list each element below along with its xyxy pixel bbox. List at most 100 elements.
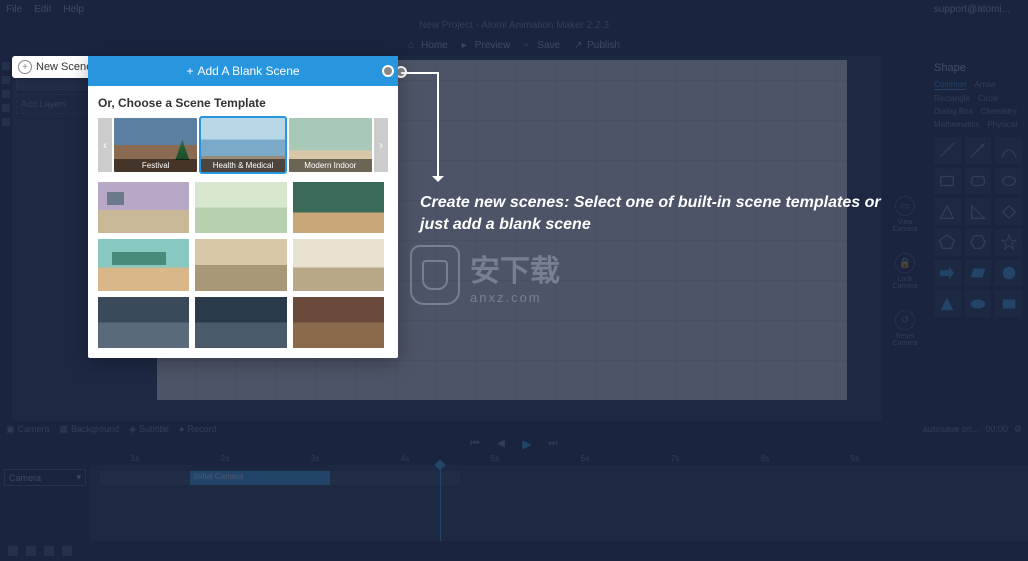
support-link[interactable]: support@atomi... bbox=[934, 4, 1010, 15]
tab-subtitle[interactable]: ◈Subtitle bbox=[129, 424, 169, 435]
template-item[interactable] bbox=[195, 239, 286, 290]
toolbar-preview[interactable]: ▸Preview bbox=[462, 40, 511, 51]
shape-ellipse[interactable] bbox=[995, 168, 1022, 195]
timeline-playhead[interactable] bbox=[440, 465, 441, 541]
tool-2[interactable] bbox=[2, 76, 10, 84]
timeline-track[interactable]: Initial Camera bbox=[100, 471, 460, 485]
menu-file[interactable]: File bbox=[6, 4, 22, 15]
shape-line[interactable] bbox=[934, 137, 961, 164]
carousel-item-festival[interactable]: Festival bbox=[114, 118, 197, 172]
main-toolbar: ⌂Home ▸Preview ▫Save ↗Publish bbox=[0, 34, 1028, 56]
status-icon-1[interactable] bbox=[8, 546, 18, 556]
shape-diamond[interactable] bbox=[995, 198, 1022, 225]
time-mark: 5s bbox=[450, 454, 540, 463]
shape-panel: Shape Common Arrow Rectangle Circle Dial… bbox=[928, 56, 1028, 421]
template-item[interactable] bbox=[195, 182, 286, 233]
shape-tab-dialog[interactable]: Dialog Box bbox=[934, 107, 973, 116]
skip-start-button[interactable]: ⏮ bbox=[470, 439, 480, 449]
callout-line bbox=[401, 72, 439, 74]
shape-curve[interactable] bbox=[995, 137, 1022, 164]
shape-tab-chemistry[interactable]: Chemistry bbox=[981, 107, 1017, 116]
template-item[interactable] bbox=[98, 297, 189, 348]
shape-star[interactable] bbox=[995, 229, 1022, 256]
record-icon: ● bbox=[179, 424, 184, 434]
reset-camera-button[interactable]: ↺Reset Camera bbox=[887, 310, 923, 347]
next-button[interactable]: ⏭ bbox=[548, 439, 558, 449]
timeline-track-area[interactable]: Initial Camera bbox=[90, 465, 1028, 541]
menu-edit[interactable]: Edit bbox=[34, 4, 51, 15]
autosave-status: autosave on... bbox=[923, 424, 980, 434]
time-mark: 2s bbox=[180, 454, 270, 463]
template-item[interactable] bbox=[293, 239, 384, 290]
home-icon: ⌂ bbox=[408, 40, 418, 50]
prev-button[interactable]: ◀ bbox=[496, 439, 506, 449]
shape-rect-fill[interactable] bbox=[995, 290, 1022, 317]
shape-arrow[interactable] bbox=[965, 137, 992, 164]
time-mark: 8s bbox=[720, 454, 810, 463]
shape-right-triangle[interactable] bbox=[965, 198, 992, 225]
shape-tab-math[interactable]: Mathematics bbox=[934, 120, 979, 129]
carousel-prev-button[interactable]: ‹ bbox=[98, 118, 112, 172]
background-icon: ▦ bbox=[60, 424, 69, 435]
time-mark: 7s bbox=[630, 454, 720, 463]
lock-camera-button[interactable]: 🔒Lock Camera bbox=[887, 253, 923, 290]
shape-tab-rectangle[interactable]: Rectangle bbox=[934, 94, 970, 103]
template-item[interactable] bbox=[98, 239, 189, 290]
status-icon-4[interactable] bbox=[62, 546, 72, 556]
track-dropdown[interactable]: Camera▾ bbox=[4, 469, 86, 486]
tool-4[interactable] bbox=[2, 104, 10, 112]
left-toolrail bbox=[0, 56, 12, 421]
play-button[interactable]: ▶ bbox=[522, 439, 532, 449]
shape-ellipse-fill[interactable] bbox=[965, 290, 992, 317]
carousel-item-health[interactable]: Health & Medical bbox=[201, 118, 284, 172]
template-item[interactable] bbox=[293, 297, 384, 348]
settings-icon[interactable]: ⚙ bbox=[1014, 424, 1022, 435]
shape-arrow-right-fill[interactable] bbox=[934, 260, 961, 287]
tool-1[interactable] bbox=[2, 62, 10, 70]
toolbar-save[interactable]: ▫Save bbox=[524, 40, 560, 51]
template-item[interactable] bbox=[293, 182, 384, 233]
shape-rounded-rect[interactable] bbox=[965, 168, 992, 195]
shape-hexagon[interactable] bbox=[965, 229, 992, 256]
shape-rect[interactable] bbox=[934, 168, 961, 195]
toolbar-home[interactable]: ⌂Home bbox=[408, 40, 448, 51]
time-mark: 3s bbox=[270, 454, 360, 463]
tab-background[interactable]: ▦Background bbox=[60, 424, 120, 435]
shape-tab-physical[interactable]: Physical bbox=[987, 120, 1017, 129]
play-icon: ▸ bbox=[462, 40, 472, 50]
menu-help[interactable]: Help bbox=[63, 4, 84, 15]
carousel-next-button[interactable]: › bbox=[374, 118, 388, 172]
shape-tab-arrow[interactable]: Arrow bbox=[974, 80, 995, 90]
carousel-item-indoor[interactable]: Modern Indoor bbox=[289, 118, 372, 172]
timeline: 1s 2s 3s 4s 5s 6s 7s 8s 9s Camera▾ Initi… bbox=[0, 451, 1028, 541]
plus-circle-icon: + bbox=[18, 60, 32, 74]
timeline-ruler: 1s 2s 3s 4s 5s 6s 7s 8s 9s bbox=[0, 451, 1028, 465]
new-scene-popup: + Add A Blank Scene Or, Choose a Scene T… bbox=[88, 56, 398, 358]
time-mark: 9s bbox=[810, 454, 900, 463]
add-blank-scene-button[interactable]: + Add A Blank Scene bbox=[88, 56, 398, 86]
status-icon-3[interactable] bbox=[44, 546, 54, 556]
shape-tab-common[interactable]: Common bbox=[934, 80, 966, 90]
status-icon-2[interactable] bbox=[26, 546, 36, 556]
timeline-segment[interactable]: Initial Camera bbox=[190, 471, 330, 485]
tab-record[interactable]: ●Record bbox=[179, 424, 216, 434]
time-mark: 1s bbox=[90, 454, 180, 463]
shape-triangle[interactable] bbox=[934, 198, 961, 225]
shape-circle-fill[interactable] bbox=[995, 260, 1022, 287]
template-carousel: ‹ Festival Health & Medical Modern Indoo… bbox=[98, 118, 388, 172]
tool-3[interactable] bbox=[2, 90, 10, 98]
shape-panel-title: Shape bbox=[934, 62, 1022, 74]
tab-camera[interactable]: ▣Camera bbox=[6, 424, 50, 435]
template-item[interactable] bbox=[195, 297, 286, 348]
shape-parallelogram-fill[interactable] bbox=[965, 260, 992, 287]
template-item[interactable] bbox=[98, 182, 189, 233]
shape-pentagon[interactable] bbox=[934, 229, 961, 256]
shape-tab-circle[interactable]: Circle bbox=[978, 94, 998, 103]
camera-rail: ▭View Camera 🔒Lock Camera ↺Reset Camera bbox=[882, 56, 928, 421]
toolbar-publish[interactable]: ↗Publish bbox=[574, 40, 620, 51]
tool-5[interactable] bbox=[2, 118, 10, 126]
shape-triangle-fill[interactable] bbox=[934, 290, 961, 317]
callout-line bbox=[437, 72, 439, 178]
timeline-tracks-panel: Camera▾ bbox=[0, 465, 90, 541]
time-display: 00:00 bbox=[985, 424, 1008, 434]
